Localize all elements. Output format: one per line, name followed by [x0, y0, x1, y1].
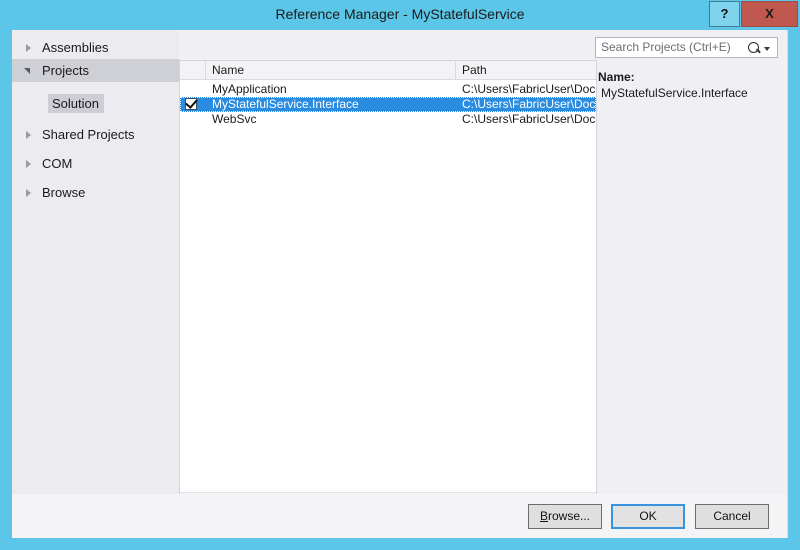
column-header-path[interactable]: Path [456, 61, 596, 79]
row-path: C:\Users\FabricUser\Docu [462, 112, 596, 126]
sidebar-item-label: Browse [42, 185, 86, 200]
sidebar-item-assemblies[interactable]: Assemblies [12, 36, 179, 59]
ok-button[interactable]: OK [611, 504, 685, 529]
search-icon [748, 42, 759, 53]
row-checkbox[interactable] [180, 112, 206, 127]
category-sidebar: Assemblies Projects Solution Shared Proj… [12, 30, 179, 510]
browse-button[interactable]: Browse... [528, 504, 602, 529]
checkbox-checked-icon [185, 96, 198, 110]
browse-accel-letter: B [539, 509, 548, 523]
chevron-right-icon [26, 189, 31, 197]
title-bar: Reference Manager - MyStatefulService ? … [0, 0, 800, 30]
details-pane: Name: MyStatefulService.Interface [598, 70, 783, 100]
sidebar-item-label: COM [42, 156, 73, 171]
list-rows: MyApplication C:\Users\FabricUser\Docu M… [180, 80, 596, 491]
column-header-name[interactable]: Name [206, 61, 456, 79]
chevron-right-icon [26, 160, 31, 168]
search-input[interactable]: Search Projects (Ctrl+E) [601, 38, 741, 57]
reference-manager-dialog: Reference Manager - MyStatefulService ? … [0, 0, 800, 550]
sidebar-subitem-label: Solution [48, 94, 104, 113]
chevron-right-icon [26, 131, 31, 139]
row-path: C:\Users\FabricUser\Docu [462, 82, 596, 96]
details-name-label: Name: [598, 70, 635, 84]
sidebar-item-browse[interactable]: Browse [12, 181, 179, 204]
browse-button-label-rest: rowse... [548, 509, 591, 523]
sidebar-item-label: Projects [42, 63, 89, 78]
chevron-down-icon [24, 68, 30, 74]
column-header-check[interactable] [180, 61, 206, 79]
sidebar-item-projects[interactable]: Projects [12, 59, 179, 82]
cancel-button[interactable]: Cancel [695, 504, 769, 529]
sidebar-item-com[interactable]: COM [12, 152, 179, 175]
window-title: Reference Manager - MyStatefulService [275, 6, 525, 22]
row-name: MyStatefulService.Interface [212, 97, 359, 111]
close-button[interactable]: X [741, 1, 798, 27]
row-path: C:\Users\FabricUser\Docu [462, 97, 596, 111]
table-row[interactable]: WebSvc C:\Users\FabricUser\Docu [180, 112, 596, 127]
table-row[interactable]: MyStatefulService.Interface C:\Users\Fab… [180, 96, 596, 112]
row-checkbox[interactable] [180, 96, 206, 112]
row-name: MyApplication [212, 82, 287, 96]
row-checkbox[interactable] [180, 82, 206, 97]
help-button[interactable]: ? [709, 1, 740, 27]
table-row[interactable]: MyApplication C:\Users\FabricUser\Docu [180, 82, 596, 97]
projects-list-panel: Name Path MyApplication C:\Users\FabricU… [179, 60, 597, 510]
list-header: Name Path [180, 61, 596, 80]
sidebar-item-label: Assemblies [42, 40, 109, 55]
chevron-down-icon[interactable] [764, 47, 770, 51]
chevron-right-icon [26, 44, 31, 52]
sidebar-item-shared-projects[interactable]: Shared Projects [12, 123, 179, 146]
search-box[interactable]: Search Projects (Ctrl+E) [595, 37, 778, 58]
details-name-value: MyStatefulService.Interface [601, 86, 748, 100]
row-name: WebSvc [212, 112, 257, 126]
sidebar-subitem-solution[interactable]: Solution [12, 93, 179, 115]
sidebar-item-label: Shared Projects [42, 127, 135, 142]
dialog-footer: Browse... OK Cancel [12, 494, 787, 538]
dialog-body: Assemblies Projects Solution Shared Proj… [12, 30, 788, 538]
